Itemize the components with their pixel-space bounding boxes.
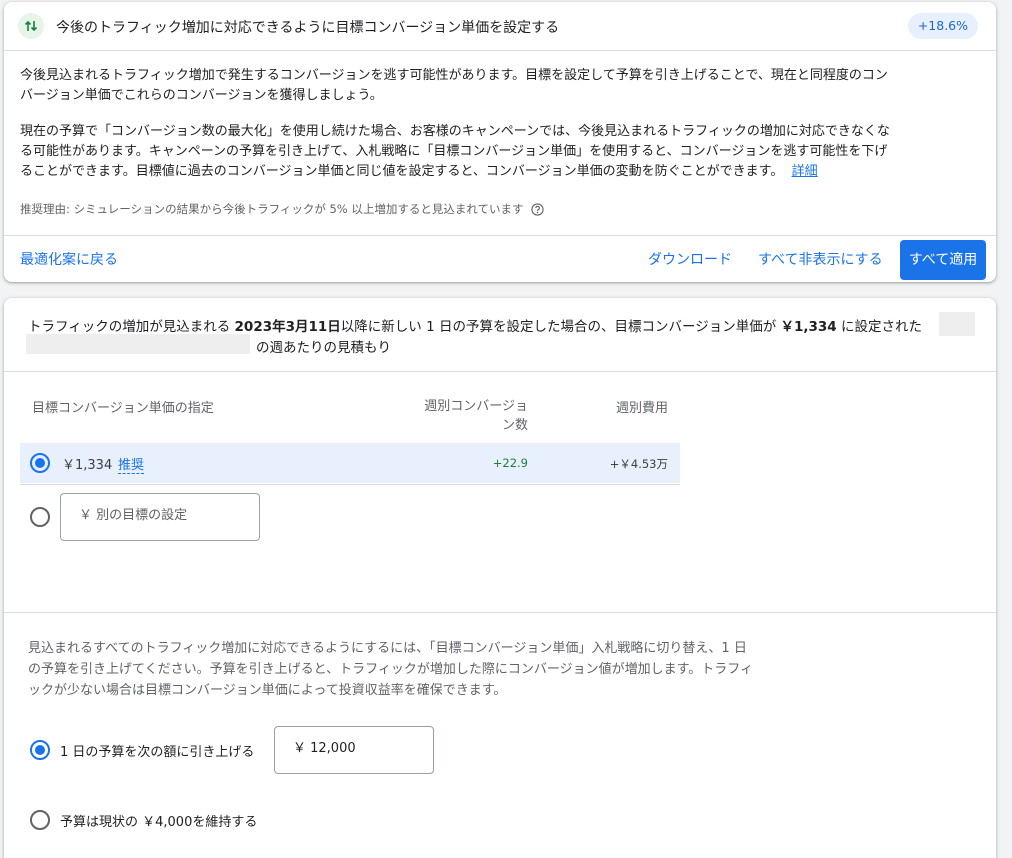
keep-budget-radio[interactable] <box>30 810 50 830</box>
recommended-target-value: ￥1,334 <box>62 458 113 473</box>
description-text: ることができます。目標値に過去のコンバージョン単価と同じ値を設定すると、コンバー… <box>20 164 784 179</box>
estimate-card: トラフィックの増加が見込まれる 2023年3月11日以降に新しい 1 日の予算を… <box>4 298 996 858</box>
weekly-cost-column-header: 週別費用 <box>615 401 668 416</box>
info-line: の予算を引き上げてください。予算を引き上げると、トラフィックが増加した際にコンバ… <box>28 662 754 677</box>
description-line: 今後見込まれるトラフィック増加で発生するコンバージョンを逃す可能性があります。目… <box>20 68 888 83</box>
estimate-prefix: トラフィックの増加が見込まれる <box>28 319 235 335</box>
estimate-amount: ￥1,334 <box>780 319 837 335</box>
divider <box>4 235 996 236</box>
trend-arrows-icon <box>18 13 44 39</box>
daily-budget-input[interactable]: ￥ 12,000 <box>274 726 434 774</box>
recommendation-title: 今後のトラフィック増加に対応できるように目標コンバージョン単価を設定する <box>56 20 560 36</box>
weekly-cost-value: +￥4.53万 <box>609 457 668 471</box>
redacted-campaign-name <box>939 312 975 336</box>
estimate-suffix: に設定された <box>836 319 922 335</box>
header-line: ン数 <box>501 418 528 433</box>
recommended-tag[interactable]: 推奨 <box>118 454 145 474</box>
description-line: る可能性があります。キャンペーンの予算を引き上げて、入札戦略に「目標コンバージョ… <box>20 144 888 159</box>
help-icon[interactable] <box>531 203 544 219</box>
weekly-conversions-value: +22.9 <box>492 456 528 470</box>
estimate-line-2: の週あたりの見積もり <box>256 340 391 356</box>
redacted-campaign-name <box>26 334 250 354</box>
download-button[interactable]: ダウンロード <box>648 249 732 269</box>
info-line: 見込まれるすべてのトラフィック増加に対応できるようにするには、「目標コンバージョ… <box>28 641 747 656</box>
description-line-last: ることができます。目標値に過去のコンバージョン単価と同じ値を設定すると、コンバー… <box>20 162 982 182</box>
divider <box>4 612 996 613</box>
recommendation-card: 今後のトラフィック増加に対応できるように目標コンバージョン単価を設定する +18… <box>4 2 996 282</box>
custom-target-radio[interactable] <box>30 507 50 527</box>
divider <box>4 371 996 372</box>
divider <box>4 50 996 51</box>
recommendation-reason: 推奨理由: シミュレーションの結果から今後トラフィックが 5% 以上増加すると見… <box>20 201 544 219</box>
description-paragraph-2: 現在の予算で「コンバージョン数の最大化」を使用し続けた場合、お客様のキャンペーン… <box>20 122 982 182</box>
header-line: 週別コンバージョ <box>424 399 528 414</box>
details-link[interactable]: 詳細 <box>792 164 818 179</box>
reason-text: 推奨理由: シミュレーションの結果から今後トラフィックが 5% 以上増加すると見… <box>20 202 524 216</box>
uplift-badge: +18.6% <box>907 13 978 39</box>
weekly-conversions-column-header: 週別コンバージョ ン数 <box>404 397 528 435</box>
budget-info-text: 見込まれるすべてのトラフィック増加に対応できるようにするには、「目標コンバージョ… <box>28 638 848 701</box>
raise-budget-radio[interactable] <box>30 740 50 760</box>
estimate-middle: 以降に新しい 1 日の予算を設定した場合の、目標コンバージョン単価が <box>340 319 781 335</box>
recommended-target-radio[interactable] <box>30 453 50 473</box>
keep-budget-label: 予算は現状の ￥4,000を維持する <box>60 815 258 830</box>
description-paragraph-1: 今後見込まれるトラフィック増加で発生するコンバージョンを逃す可能性があります。目… <box>20 66 982 106</box>
row-divider <box>20 484 680 485</box>
apply-all-button[interactable]: すべて適用 <box>900 240 986 280</box>
custom-target-input[interactable]: ￥ 別の目標の設定 <box>60 493 260 541</box>
estimate-date: 2023年3月11日 <box>234 319 341 335</box>
back-to-recommendations-link[interactable]: 最適化案に戻る <box>20 249 118 269</box>
description-line: 現在の予算で「コンバージョン数の最大化」を使用し続けた場合、お客様のキャンペーン… <box>20 124 890 139</box>
raise-budget-label: 1 日の予算を次の額に引き上げる <box>60 745 255 760</box>
target-cpa-column-header: 目標コンバージョン単価の指定 <box>32 401 214 416</box>
description-line: バージョン単価でこれらのコンバージョンを獲得しましょう。 <box>20 88 383 103</box>
estimate-line-1: トラフィックの増加が見込まれる 2023年3月11日以降に新しい 1 日の予算を… <box>28 315 922 335</box>
hide-all-button[interactable]: すべて非表示にする <box>758 249 883 269</box>
info-line: ックが少ない場合は目標コンバージョン単価によって投資収益率を確保できます。 <box>28 683 507 698</box>
